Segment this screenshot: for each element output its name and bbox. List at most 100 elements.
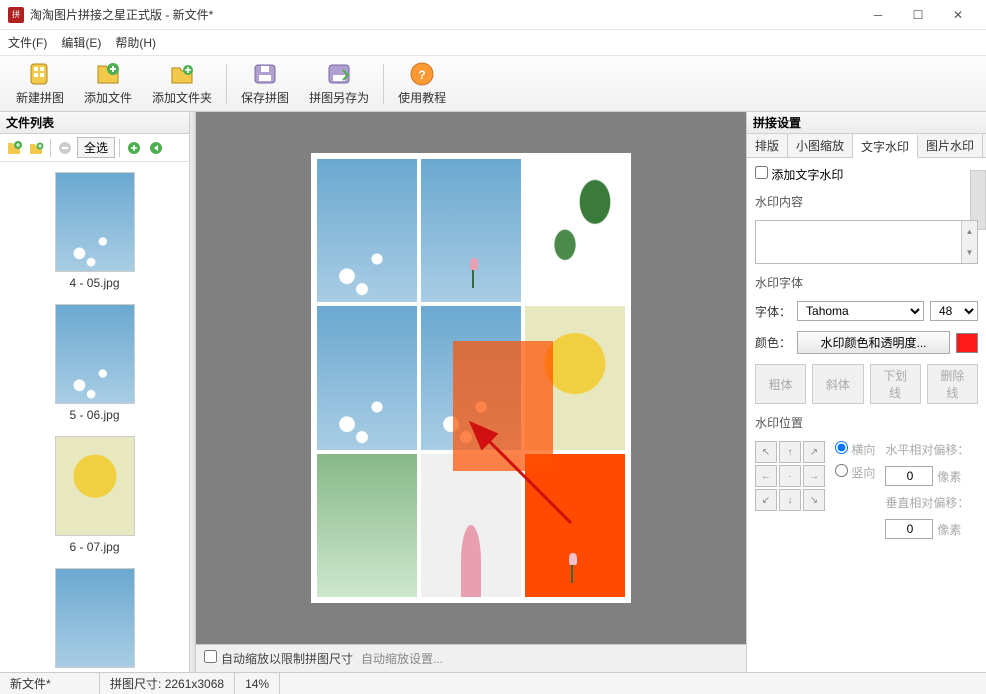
list-item[interactable]: 4 - 05.jpg [0, 172, 189, 290]
file-list-panel: 文件列表 全选 4 - 05.jpg 5 - 06.jpg 6 - 07.jpg [0, 112, 190, 672]
pos-tl[interactable]: ↖ [755, 441, 777, 463]
font-label: 字体： [755, 303, 791, 320]
workarea: 文件列表 全选 4 - 05.jpg 5 - 06.jpg 6 - 07.jpg [0, 112, 986, 672]
toolbar-new-label: 新建拼图 [16, 89, 64, 106]
window-title: 淘淘图片拼接之星正式版 - 新文件* [30, 6, 858, 23]
pos-l[interactable]: ← [755, 465, 777, 487]
voffset-label: 垂直相对偏移： [885, 494, 969, 511]
size-select[interactable]: 48 [930, 301, 978, 321]
maximize-button[interactable]: ☐ [898, 1, 938, 29]
close-button[interactable]: ✕ [938, 1, 978, 29]
auto-scale-settings-link[interactable]: 自动缩放设置... [361, 650, 443, 667]
thumbnail-image [55, 304, 135, 404]
px-label: 像素 [937, 521, 961, 538]
thumbnail-image [55, 568, 135, 668]
settings-panel: 拼接设置 排版 小图缩放 文字水印 图片水印 添加文字水印 水印内容 ▲ ▼ 水… [746, 112, 986, 672]
titlebar: 拼 淘淘图片拼接之星正式版 - 新文件* ─ ☐ ✕ [0, 0, 986, 30]
action-a-icon[interactable] [124, 138, 144, 158]
font-row: 字体： Tahoma 48 [755, 301, 978, 321]
font-select[interactable]: Tahoma [797, 301, 924, 321]
grid-cell[interactable] [525, 159, 625, 302]
canvas-viewport[interactable] [196, 112, 746, 644]
thumbnail-name: 5 - 06.jpg [69, 408, 119, 422]
settings-tabs: 排版 小图缩放 文字水印 图片水印 [747, 134, 986, 158]
tab-body: 添加文字水印 水印内容 ▲ ▼ 水印字体 字体： Tahoma 48 颜色： 水… [747, 158, 986, 672]
tab-layout[interactable]: 排版 [747, 134, 788, 157]
svg-text:?: ? [418, 68, 425, 82]
grid-cell[interactable] [317, 159, 417, 302]
tab-text-watermark[interactable]: 文字水印 [853, 135, 918, 158]
pos-r[interactable]: → [803, 465, 825, 487]
list-item[interactable]: 6 - 07.jpg [0, 436, 189, 554]
save-icon [251, 61, 279, 87]
pos-tr[interactable]: ↗ [803, 441, 825, 463]
toolbar-separator [383, 64, 384, 104]
list-item[interactable] [0, 568, 189, 668]
canvas-area: 自动缩放以限制拼图尺寸 自动缩放设置... [196, 112, 746, 672]
collage-page[interactable] [311, 153, 631, 603]
toolbar-addfolder-label: 添加文件夹 [152, 89, 212, 106]
remove-icon[interactable] [55, 138, 75, 158]
grid-cell[interactable] [317, 454, 417, 597]
app-icon: 拼 [8, 7, 24, 23]
position-section-label: 水印位置 [755, 414, 978, 431]
orient-vert[interactable]: 竖向 [835, 464, 875, 481]
list-item[interactable]: 5 - 06.jpg [0, 304, 189, 422]
pos-b[interactable]: ↓ [779, 489, 801, 511]
main-toolbar: 新建拼图 添加文件 添加文件夹 保存拼图 拼图另存为 ? 使用教程 [0, 56, 986, 112]
toolbar-tutorial-label: 使用教程 [398, 89, 446, 106]
content-label: 水印内容 [755, 193, 978, 210]
orient-horiz[interactable]: 横向 [835, 441, 875, 458]
toolbar-new[interactable]: 新建拼图 [6, 58, 74, 110]
add-text-watermark-checkbox[interactable]: 添加文字水印 [755, 166, 978, 183]
add-file-icon[interactable] [4, 138, 24, 158]
pos-t[interactable]: ↑ [779, 441, 801, 463]
menubar: 文件(F) 编辑(E) 帮助(H) [0, 30, 986, 56]
pos-c[interactable]: · [779, 465, 801, 487]
thumbnail-name: 6 - 07.jpg [69, 540, 119, 554]
color-swatch[interactable] [956, 333, 978, 353]
thumbnail-list[interactable]: 4 - 05.jpg 5 - 06.jpg 6 - 07.jpg [0, 162, 189, 672]
color-button[interactable]: 水印颜色和透明度... [797, 331, 950, 354]
minimize-button[interactable]: ─ [858, 1, 898, 29]
action-b-icon[interactable] [146, 138, 166, 158]
addfolder-icon [168, 61, 196, 87]
tab-image-watermark[interactable]: 图片水印 [918, 134, 983, 157]
watermark-content-input[interactable]: ▲ ▼ [755, 220, 978, 264]
toolbar-save[interactable]: 保存拼图 [231, 58, 299, 110]
color-row: 颜色： 水印颜色和透明度... [755, 331, 978, 354]
menu-edit[interactable]: 编辑(E) [61, 34, 101, 51]
pos-bl[interactable]: ↙ [755, 489, 777, 511]
bold-button[interactable]: 粗体 [755, 364, 806, 404]
strike-button[interactable]: 删除线 [927, 364, 978, 404]
menu-help[interactable]: 帮助(H) [115, 34, 156, 51]
grid-cell[interactable] [317, 306, 417, 449]
voffset-row: 垂直相对偏移： [885, 494, 969, 511]
toolbar-tutorial[interactable]: ? 使用教程 [388, 58, 456, 110]
settings-title: 拼接设置 [747, 112, 986, 134]
toolbar-saveas-label: 拼图另存为 [309, 89, 369, 106]
canvas-footer: 自动缩放以限制拼图尺寸 自动缩放设置... [196, 644, 746, 672]
italic-button[interactable]: 斜体 [812, 364, 863, 404]
tool-separator [119, 139, 120, 157]
auto-scale-checkbox[interactable]: 自动缩放以限制拼图尺寸 [204, 650, 353, 667]
toolbar-saveas[interactable]: 拼图另存为 [299, 58, 379, 110]
hoffset-input[interactable] [885, 466, 933, 486]
new-icon [26, 61, 54, 87]
file-list-tools: 全选 [0, 134, 189, 162]
select-all-button[interactable]: 全选 [77, 137, 115, 158]
underline-button[interactable]: 下划线 [870, 364, 921, 404]
scroll-down-icon[interactable]: ▼ [961, 242, 977, 263]
add-folder-icon[interactable] [26, 138, 46, 158]
toolbar-addfolder[interactable]: 添加文件夹 [142, 58, 222, 110]
voffset-input[interactable] [885, 519, 933, 539]
grid-cell[interactable] [421, 159, 521, 302]
add-text-watermark-label: 添加文字水印 [771, 168, 843, 182]
tab-thumb[interactable]: 小图缩放 [788, 134, 853, 157]
pos-br[interactable]: ↘ [803, 489, 825, 511]
statusbar: 新文件* 拼图尺寸: 2261x3068 14% [0, 672, 986, 694]
scroll-up-icon[interactable]: ▲ [961, 221, 977, 242]
menu-file[interactable]: 文件(F) [8, 34, 47, 51]
toolbar-addfile[interactable]: 添加文件 [74, 58, 142, 110]
file-list-title: 文件列表 [0, 112, 189, 134]
